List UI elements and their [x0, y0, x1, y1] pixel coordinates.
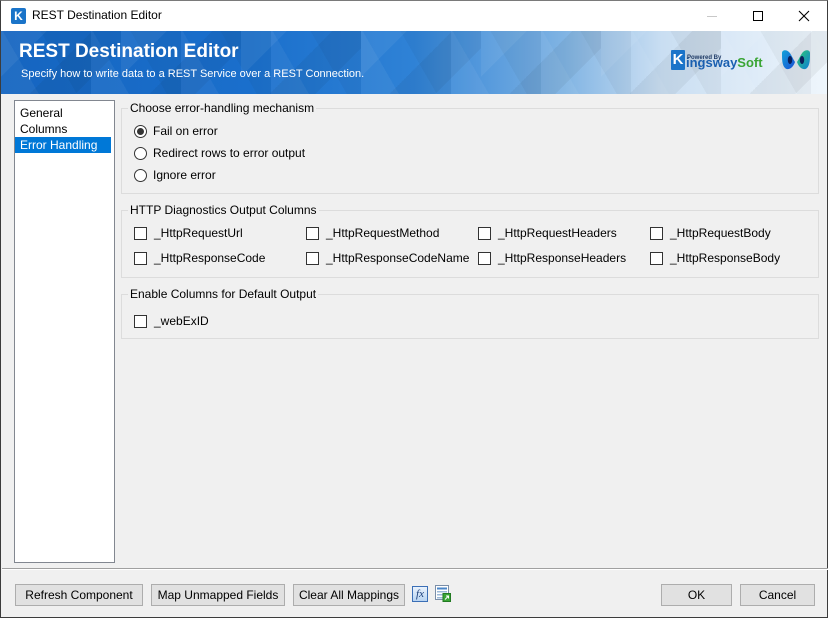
footer-separator	[2, 568, 828, 570]
close-icon	[798, 10, 810, 22]
checkbox-webex-id[interactable]: _webExID	[134, 314, 209, 328]
kingswaysoft-wordmark: Powered By ingswaySoft	[686, 55, 763, 70]
kingswaysoft-logo: K Powered By ingswaySoft	[671, 50, 763, 70]
banner-subtitle: Specify how to write data to a REST Serv…	[21, 68, 365, 80]
kingswaysoft-k-icon: K	[671, 50, 685, 70]
window-title: REST Destination Editor	[32, 8, 162, 22]
banner-title: REST Destination Editor	[19, 41, 239, 62]
http-diagnostics-group: HTTP Diagnostics Output Columns _HttpReq…	[121, 203, 819, 278]
header-banner: REST Destination Editor Specify how to w…	[1, 31, 827, 94]
rest-destination-editor-window: K REST Destination Editor REST Destinati…	[0, 0, 828, 618]
checkbox-http-response-headers[interactable]: _HttpResponseHeaders	[478, 251, 626, 265]
checkbox[interactable]	[478, 226, 491, 240]
ok-button[interactable]: OK	[661, 584, 732, 606]
checkbox-label: _HttpRequestHeaders	[498, 226, 617, 240]
checkbox-label: _HttpRequestBody	[670, 226, 771, 240]
webex-logo-icon	[782, 50, 810, 70]
default-output-group: Enable Columns for Default Output _webEx…	[121, 287, 819, 339]
column-mapping-icon[interactable]	[435, 585, 451, 602]
nav-item-columns[interactable]: Columns	[15, 121, 114, 137]
checkbox[interactable]	[134, 226, 147, 240]
checkbox-label: _HttpResponseHeaders	[498, 251, 627, 265]
error-handling-legend: Choose error-handling mechanism	[128, 101, 317, 115]
http-diagnostics-legend: HTTP Diagnostics Output Columns	[128, 203, 319, 217]
radio-button[interactable]	[134, 168, 147, 182]
maximize-button[interactable]	[735, 1, 781, 31]
checkbox-http-response-body[interactable]: _HttpResponseBody	[650, 251, 780, 265]
minimize-icon	[707, 15, 717, 17]
radio-fail-on-error[interactable]: Fail on error	[134, 124, 218, 138]
checkbox[interactable]	[134, 251, 147, 265]
checkbox[interactable]	[478, 251, 491, 265]
clear-all-mappings-button[interactable]: Clear All Mappings	[293, 584, 405, 606]
radio-redirect-rows[interactable]: Redirect rows to error output	[134, 146, 305, 160]
checkbox[interactable]	[306, 226, 319, 240]
minimize-button[interactable]	[689, 1, 735, 31]
radio-button[interactable]	[134, 146, 147, 160]
radio-label: Ignore error	[153, 168, 216, 182]
page-nav-list: General Columns Error Handling	[14, 100, 115, 563]
checkbox-label: _HttpRequestMethod	[326, 226, 440, 240]
expression-fx-icon[interactable]: fx	[412, 586, 428, 602]
radio-ignore-error[interactable]: Ignore error	[134, 168, 216, 182]
checkbox-label: _HttpResponseCodeName	[326, 251, 470, 265]
radio-button-checked[interactable]	[134, 124, 147, 138]
nav-item-error-handling[interactable]: Error Handling	[15, 137, 111, 153]
checkbox[interactable]	[650, 251, 663, 265]
powered-by-text: Powered By	[687, 55, 722, 61]
brand-name-part2: Soft	[737, 55, 763, 70]
default-output-legend: Enable Columns for Default Output	[128, 287, 319, 301]
checkbox[interactable]	[306, 251, 319, 265]
checkbox-http-response-code-name[interactable]: _HttpResponseCodeName	[306, 251, 469, 265]
radio-label: Redirect rows to error output	[153, 146, 306, 160]
cancel-button[interactable]: Cancel	[740, 584, 815, 606]
map-unmapped-fields-button[interactable]: Map Unmapped Fields	[151, 584, 285, 606]
checkbox-http-request-url[interactable]: _HttpRequestUrl	[134, 226, 243, 240]
error-handling-group: Choose error-handling mechanism Fail on …	[121, 101, 819, 194]
refresh-component-button[interactable]: Refresh Component	[15, 584, 143, 606]
checkbox-http-request-body[interactable]: _HttpRequestBody	[650, 226, 771, 240]
nav-item-general[interactable]: General	[15, 105, 114, 121]
checkbox[interactable]	[650, 226, 663, 240]
checkbox-label: _webExID	[154, 314, 209, 328]
checkbox-label: _HttpRequestUrl	[154, 226, 243, 240]
radio-label: Fail on error	[153, 124, 218, 138]
checkbox-label: _HttpResponseBody	[670, 251, 781, 265]
kingswaysoft-app-icon: K	[11, 8, 26, 24]
maximize-icon	[753, 11, 763, 21]
checkbox-http-request-method[interactable]: _HttpRequestMethod	[306, 226, 439, 240]
title-bar: K REST Destination Editor	[1, 1, 827, 31]
checkbox-http-response-code[interactable]: _HttpResponseCode	[134, 251, 265, 265]
checkbox-label: _HttpResponseCode	[154, 251, 266, 265]
checkbox-http-request-headers[interactable]: _HttpRequestHeaders	[478, 226, 617, 240]
checkbox[interactable]	[134, 314, 147, 328]
close-button[interactable]	[781, 1, 827, 31]
